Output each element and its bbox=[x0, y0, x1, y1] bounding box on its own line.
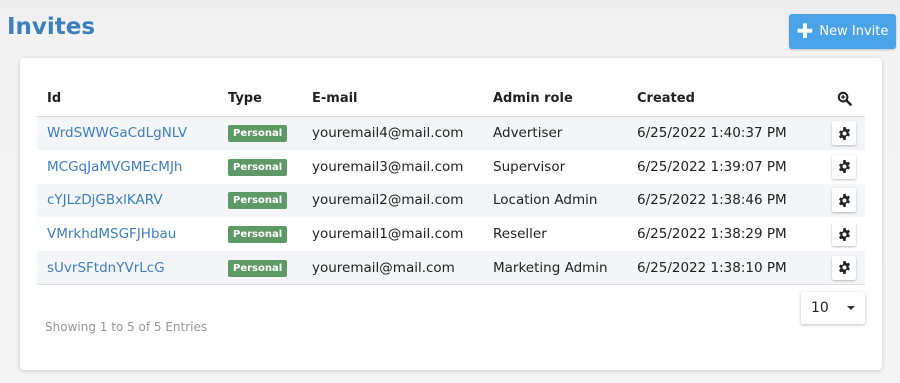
admin-role-cell: Marketing Admin bbox=[493, 259, 608, 276]
page-size-select[interactable]: 10 bbox=[801, 292, 865, 324]
created-cell: 6/25/2022 1:38:10 PM bbox=[637, 259, 787, 276]
created-cell: 6/25/2022 1:40:37 PM bbox=[637, 125, 787, 142]
admin-role-cell: Advertiser bbox=[493, 125, 563, 142]
invite-id-link[interactable]: sUvrSFtdnYVrLcG bbox=[47, 260, 165, 276]
admin-role-cell: Location Admin bbox=[493, 192, 598, 209]
invite-id-link[interactable]: MCGqJaMVGMEcMJh bbox=[47, 159, 183, 175]
admin-role-cell: Supervisor bbox=[493, 158, 566, 175]
entries-count-text: Showing 1 to 5 of 5 Entries bbox=[45, 320, 208, 334]
column-header-id[interactable]: Id bbox=[37, 82, 218, 116]
table-row: VMrkhdMSGFJHbau Personal youremail1@mail… bbox=[37, 217, 865, 251]
invite-id-link[interactable]: WrdSWWGaCdLgNLV bbox=[47, 125, 187, 141]
page-title: Invites bbox=[7, 14, 96, 40]
table-row: sUvrSFtdnYVrLcG Personal youremail@mail.… bbox=[37, 251, 865, 285]
created-cell: 6/25/2022 1:38:29 PM bbox=[637, 226, 787, 243]
gear-icon[interactable] bbox=[832, 222, 856, 247]
table-row: MCGqJaMVGMEcMJh Personal youremail3@mail… bbox=[37, 150, 865, 184]
page-size-value: 10 bbox=[811, 300, 829, 316]
invite-id-link[interactable]: VMrkhdMSGFJHbau bbox=[47, 226, 176, 242]
plus-icon: ✚ bbox=[796, 18, 814, 43]
invites-page: Invites ✚ New Invite Id Type E-mail Admi… bbox=[0, 0, 900, 383]
type-badge: Personal bbox=[228, 158, 288, 176]
email-cell: youremail3@mail.com bbox=[312, 158, 464, 175]
caret-down-icon bbox=[847, 306, 855, 310]
table-header-row: Id Type E-mail Admin role Created bbox=[37, 82, 865, 116]
column-header-type[interactable]: Type bbox=[218, 82, 302, 116]
email-cell: youremail4@mail.com bbox=[312, 125, 464, 142]
search-icon[interactable] bbox=[832, 86, 856, 111]
type-badge: Personal bbox=[228, 125, 288, 143]
column-header-admin-role[interactable]: Admin role bbox=[483, 82, 627, 116]
invites-table: Id Type E-mail Admin role Created WrdSWW… bbox=[37, 82, 865, 285]
created-cell: 6/25/2022 1:38:46 PM bbox=[637, 192, 787, 209]
admin-role-cell: Reseller bbox=[493, 226, 547, 243]
email-cell: youremail@mail.com bbox=[312, 259, 455, 276]
type-badge: Personal bbox=[228, 226, 288, 244]
type-badge: Personal bbox=[228, 192, 288, 210]
type-badge: Personal bbox=[228, 259, 288, 277]
gear-icon[interactable] bbox=[832, 188, 856, 213]
email-cell: youremail1@mail.com bbox=[312, 226, 464, 243]
new-invite-button[interactable]: ✚ New Invite bbox=[789, 14, 896, 49]
table-row: WrdSWWGaCdLgNLV Personal youremail4@mail… bbox=[37, 116, 865, 150]
gear-icon[interactable] bbox=[832, 255, 856, 280]
column-header-created[interactable]: Created bbox=[627, 82, 815, 116]
created-cell: 6/25/2022 1:39:07 PM bbox=[637, 158, 787, 175]
column-header-email[interactable]: E-mail bbox=[302, 82, 483, 116]
table-row: cYJLzDjGBxlKARV Personal youremail2@mail… bbox=[37, 183, 865, 218]
email-cell: youremail2@mail.com bbox=[312, 192, 464, 209]
invites-card: Id Type E-mail Admin role Created WrdSWW… bbox=[20, 58, 882, 370]
invite-id-link[interactable]: cYJLzDjGBxlKARV bbox=[47, 192, 163, 208]
new-invite-label: New Invite bbox=[819, 24, 889, 39]
gear-icon[interactable] bbox=[832, 154, 856, 179]
column-header-actions bbox=[815, 82, 865, 116]
gear-icon[interactable] bbox=[832, 121, 856, 146]
